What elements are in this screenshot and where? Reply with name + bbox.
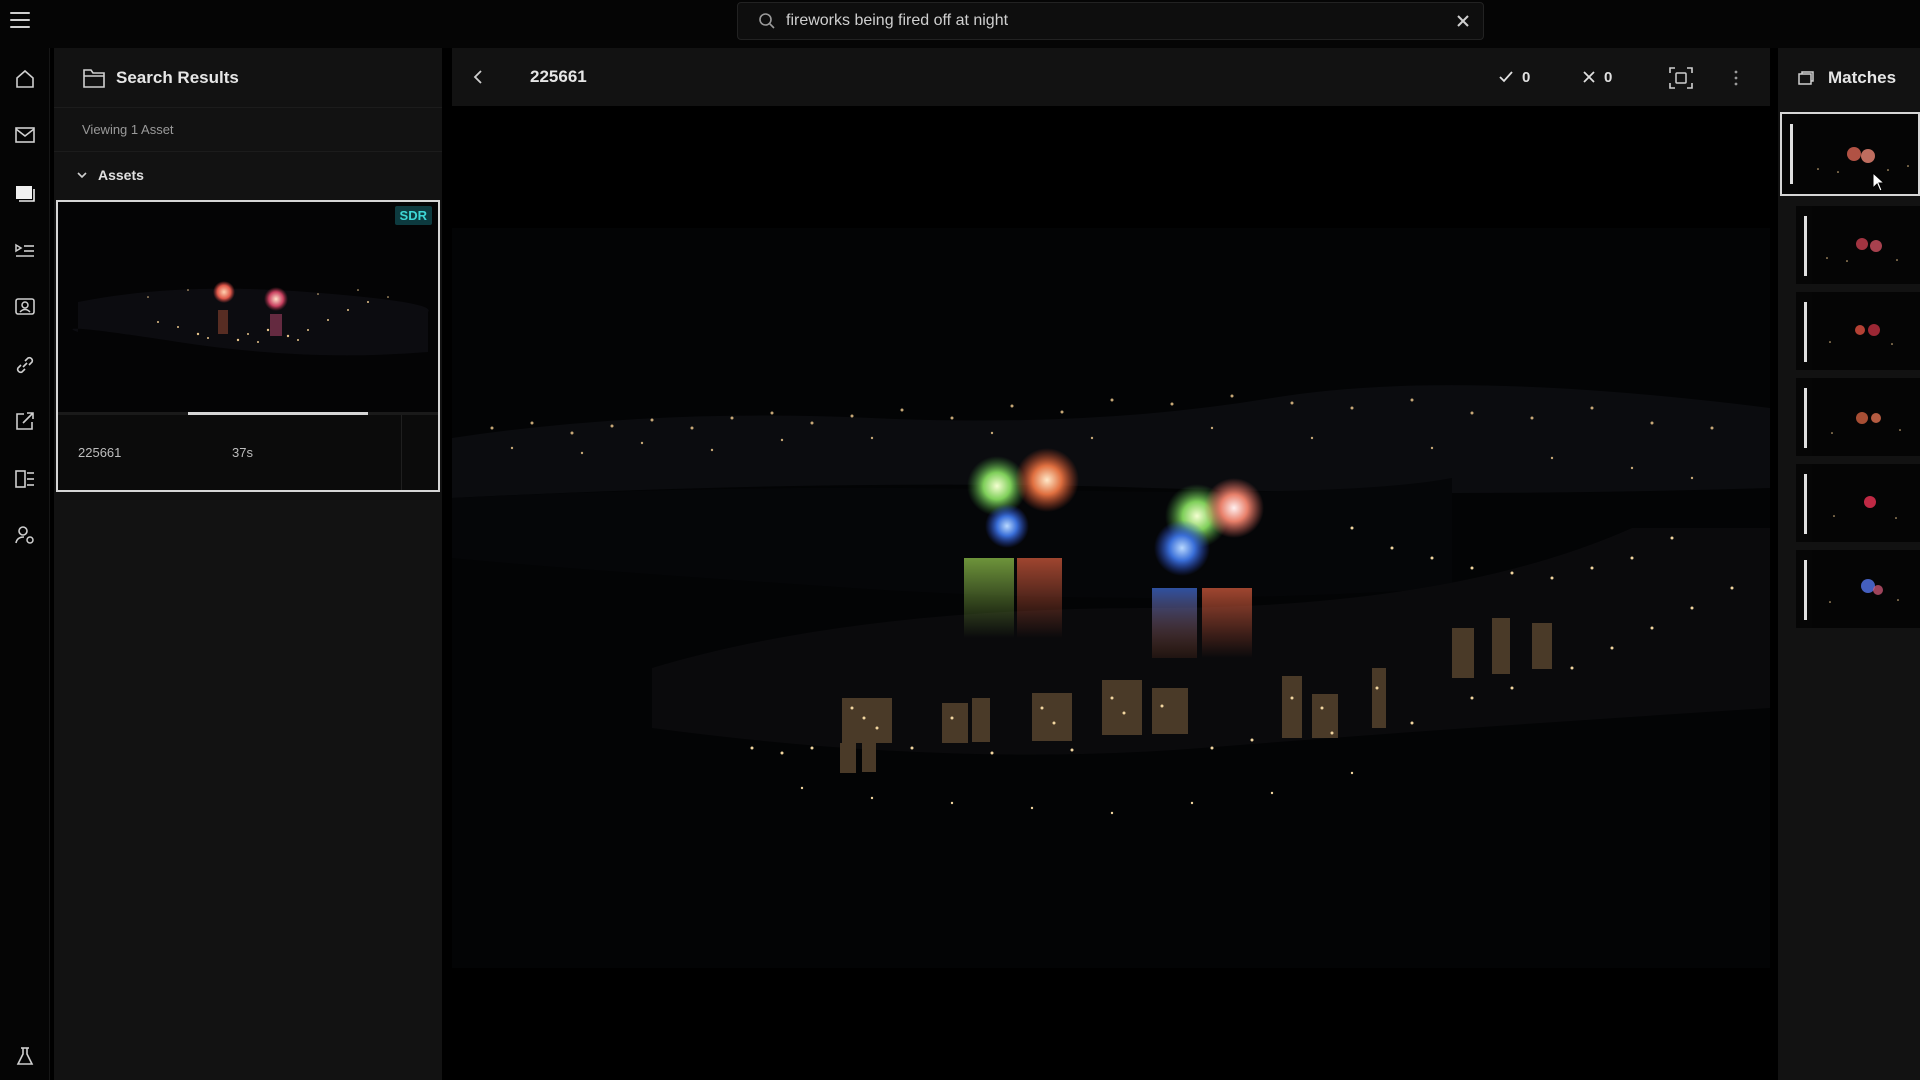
assets-section-toggle[interactable]: Assets: [54, 152, 442, 198]
cursor-icon: [1872, 172, 1886, 192]
matches-panel: Matches: [1778, 48, 1920, 1080]
close-icon: [1457, 15, 1469, 27]
matches-header: Matches: [1778, 48, 1920, 108]
nav-rail: [0, 48, 50, 1080]
viewer-header: 225661 0 0: [452, 48, 1770, 106]
share-icon: [16, 412, 34, 430]
nav-share[interactable]: [6, 402, 44, 440]
assets-icon: [16, 186, 35, 202]
window-icon: [1798, 71, 1814, 85]
approve-count: 0: [1522, 68, 1531, 86]
approve-button[interactable]: 0: [1498, 62, 1530, 92]
user-settings-icon: [15, 526, 34, 544]
frame-capture-button[interactable]: [1666, 64, 1696, 92]
link-icon: [16, 356, 34, 374]
top-bar: [0, 0, 1920, 48]
hamburger-menu-icon[interactable]: [8, 8, 32, 32]
asset-meta: 225661 37s: [58, 415, 438, 490]
search-results-title: Search Results: [116, 67, 239, 87]
back-button[interactable]: [466, 65, 490, 89]
sdr-badge: SDR: [394, 206, 432, 225]
asset-id: 225661: [78, 445, 122, 460]
search-results-header: Search Results: [54, 48, 442, 108]
reject-count: 0: [1604, 68, 1613, 86]
home-icon: [16, 69, 34, 88]
search-results-panel: Search Results Viewing 1 Asset Assets SD…: [54, 48, 442, 1080]
nav-portraits[interactable]: [6, 288, 44, 326]
asset-viewer: 225661 0 0: [452, 48, 1770, 1080]
inbox-icon: [15, 127, 35, 143]
assets-section-label: Assets: [98, 167, 144, 183]
match-thumbnail[interactable]: [1796, 206, 1920, 284]
chevron-down-icon: [77, 172, 87, 179]
x-icon: [1583, 71, 1595, 83]
nav-inbox[interactable]: [6, 116, 44, 154]
folder-icon: [83, 68, 105, 88]
matches-title: Matches: [1828, 68, 1897, 87]
match-thumbnail[interactable]: [1796, 292, 1920, 370]
match-thumbnail[interactable]: [1796, 378, 1920, 456]
more-options-button[interactable]: [1728, 64, 1744, 92]
nav-playlists[interactable]: [6, 232, 44, 270]
collection-icon: [15, 470, 34, 488]
playlist-icon: [15, 243, 34, 257]
asset-duration: 37s: [232, 445, 253, 460]
search-icon: [759, 13, 775, 29]
flask-icon: [16, 1047, 34, 1065]
more-vertical-icon: [1734, 70, 1738, 86]
asset-card[interactable]: SDR 225661 37s: [56, 200, 440, 492]
nav-collections[interactable]: [6, 460, 44, 498]
match-thumbnail[interactable]: [1796, 550, 1920, 628]
viewing-count: Viewing 1 Asset: [54, 108, 442, 152]
reject-button[interactable]: 0: [1582, 62, 1612, 92]
chevron-left-icon: [473, 70, 482, 84]
viewer-title: 225661: [530, 67, 587, 86]
match-thumbnail[interactable]: [1796, 464, 1920, 542]
clear-search-button[interactable]: [1443, 2, 1483, 40]
portrait-icon: [15, 298, 35, 315]
nav-links[interactable]: [6, 346, 44, 384]
search-bar: [737, 2, 1484, 40]
frame-capture-icon: [1669, 67, 1693, 89]
asset-thumbnail: SDR: [58, 202, 438, 412]
match-thumbnail[interactable]: [1780, 112, 1920, 196]
video-frame[interactable]: [452, 228, 1770, 968]
nav-assets[interactable]: [6, 174, 44, 212]
check-icon: [1499, 71, 1513, 83]
nav-people[interactable]: [6, 516, 44, 554]
nav-lab[interactable]: [6, 1038, 44, 1076]
nav-home[interactable]: [6, 60, 44, 98]
search-input[interactable]: [786, 12, 1443, 30]
